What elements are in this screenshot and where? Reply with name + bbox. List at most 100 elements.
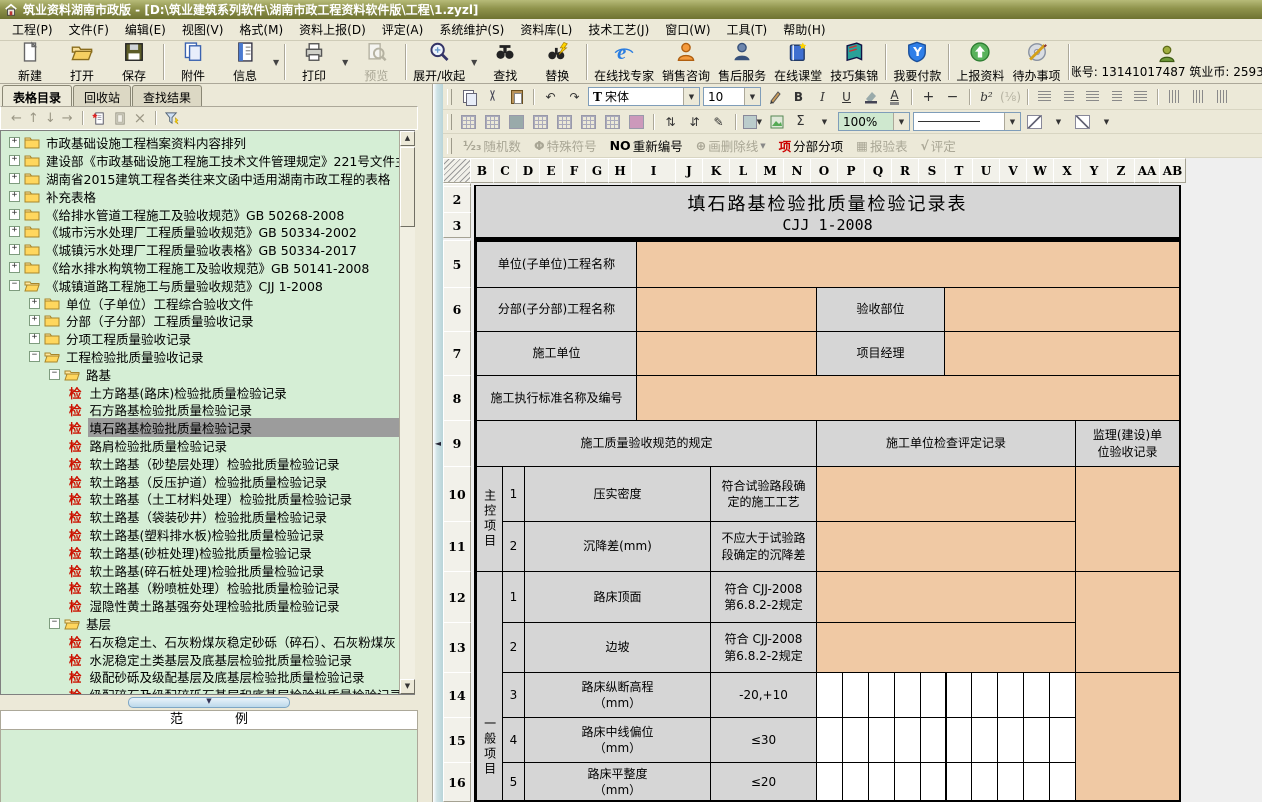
cell-measure-r16-4[interactable] [894, 762, 921, 802]
nav-right-icon[interactable]: → [62, 111, 73, 126]
tree-item[interactable]: 检级配碎石及级配碎砾石基层和底基层检验批质量检验记录 [1, 686, 415, 695]
tree-item-label[interactable]: 水泥稳定土类基层及底基层检验批质量检验记录 [88, 650, 355, 669]
expander-icon[interactable]: + [9, 173, 20, 184]
tree-item-label[interactable]: 补充表格 [44, 187, 98, 206]
column-header-B[interactable]: B [470, 158, 494, 183]
cell-construction-unit-label[interactable]: 施工单位 [476, 331, 637, 376]
cell-check-r11[interactable] [816, 521, 1076, 572]
tree-item-label[interactable]: 湿隐性黄土路基强夯处理检验批质量检验记录 [88, 596, 342, 615]
expander-icon[interactable]: + [9, 191, 20, 202]
column-header-P[interactable]: P [837, 158, 865, 183]
cell-measure-r14-9[interactable] [1023, 672, 1050, 718]
cell-standard-name-value[interactable] [636, 375, 1180, 421]
info-button[interactable]: 信息 [219, 41, 271, 83]
row-header-2[interactable]: 2 [443, 186, 471, 213]
tree-item-label[interactable]: 基层 [84, 614, 113, 633]
open-button[interactable]: 打开 [56, 41, 108, 83]
tree-item-label[interactable]: 《给排水管道工程施工及验收规范》GB 50268-2008 [44, 205, 346, 224]
bold-button[interactable]: B [788, 87, 809, 107]
tree-item[interactable]: 检水泥稳定土类基层及底基层检验批质量检验记录 [1, 650, 415, 668]
tree-item-label[interactable]: 路基 [84, 365, 113, 384]
expander-icon[interactable]: − [9, 280, 20, 291]
row-header-5[interactable]: 5 [443, 240, 471, 288]
tree-item-label[interactable]: 《给水排水构筑物工程施工及验收规范》GB 50141-2008 [44, 258, 371, 277]
info-dropdown-icon[interactable]: ▼ [271, 41, 281, 83]
tree-item[interactable]: 检路肩检验批质量检验记录 [1, 437, 415, 455]
italic-button[interactable]: I [812, 87, 833, 107]
tree-item-label[interactable]: 软土路基（土工材料处理）检验批质量检验记录 [88, 489, 355, 508]
column-header-M[interactable]: M [756, 158, 784, 183]
tree-item[interactable]: 检石方路基检验批质量检验记录 [1, 401, 415, 419]
dropdown-icon[interactable]: ▼ [760, 142, 765, 150]
save-button[interactable]: 保存 [108, 41, 160, 83]
tree-item[interactable]: +单位（子单位）工程综合验收文件 [1, 294, 415, 312]
expand-dropdown-icon[interactable]: ▼ [469, 41, 479, 83]
row-header-6[interactable]: 6 [443, 287, 471, 332]
font-size-select[interactable]: 10▼ [703, 87, 761, 106]
diagonal-line2-button[interactable] [1072, 112, 1093, 132]
tree-item-label[interactable]: 《城镇道路工程施工与质量验收规范》CJJ 1-2008 [44, 276, 325, 295]
expander-icon[interactable]: − [49, 618, 60, 629]
cell-measure-r15-5[interactable] [920, 717, 947, 763]
tree-item[interactable]: +《城镇污水处理厂工程质量验收表格》GB 50334-2017 [1, 241, 415, 259]
cell-measure-r14-8[interactable] [997, 672, 1024, 718]
header-contractor-check[interactable]: 施工单位检查评定记录 [816, 420, 1076, 467]
cell-item-criteria-7[interactable]: ≤20 [710, 762, 817, 802]
menu-item-13[interactable]: 帮助(H) [775, 19, 833, 40]
tree-item[interactable]: +《城市污水处理厂工程质量验收规范》GB 50334-2002 [1, 223, 415, 241]
header-supervision-record[interactable]: 监理(建设)单 位验收记录 [1075, 420, 1180, 467]
add-node-icon[interactable] [92, 111, 107, 126]
cell-item-criteria-4[interactable]: 符合 CJJ-2008 第6.8.2-2规定 [710, 622, 817, 673]
table-style-button[interactable] [602, 112, 623, 132]
expander-icon[interactable]: + [9, 262, 20, 273]
tree-item-label[interactable]: 软土路基（袋装砂井）检验批质量检验记录 [88, 507, 330, 526]
column-header-Z[interactable]: Z [1107, 158, 1135, 183]
cell-item-name-6[interactable]: 路床中线偏位 （mm） [524, 717, 711, 763]
tree-item[interactable]: 检湿隐性黄土路基强夯处理检验批质量检验记录 [1, 597, 415, 615]
valign-bottom-button[interactable] [1212, 87, 1233, 107]
find-button[interactable]: 查找 [479, 41, 531, 83]
tree-item-label[interactable]: 软土路基(砂桩处理)检验批质量检验记录 [88, 543, 314, 562]
cell-item-name-1[interactable]: 压实密度 [524, 466, 711, 522]
menu-item-2[interactable]: 文件(F) [61, 19, 117, 40]
menu-item-8[interactable]: 系统维护(S) [431, 19, 512, 40]
toolbar-grip[interactable] [447, 89, 452, 105]
cell-item-criteria-3[interactable]: 符合 CJJ-2008 第6.8.2-2规定 [710, 571, 817, 623]
cell-measure-r14-2[interactable] [842, 672, 869, 718]
replace-button[interactable]: 替换 [531, 41, 583, 83]
insert-column-button[interactable] [554, 112, 575, 132]
menu-item-9[interactable]: 资料库(L) [512, 19, 580, 40]
cell-item-criteria-6[interactable]: ≤30 [710, 717, 817, 763]
column-header-Y[interactable]: Y [1080, 158, 1108, 183]
cell-measure-r16-7[interactable] [971, 762, 998, 802]
insert-image-icon[interactable] [766, 112, 787, 132]
cell-supervision-r14-16[interactable] [1075, 672, 1180, 802]
column-header-C[interactable]: C [493, 158, 517, 183]
cell-construction-unit-value[interactable] [636, 331, 817, 376]
tree-item[interactable]: 检填石路基检验批质量检验记录 [1, 419, 415, 437]
decrease-button[interactable]: − [942, 87, 963, 107]
cell-measure-r15-2[interactable] [842, 717, 869, 763]
cell-item-no-1[interactable]: 1 [502, 466, 525, 522]
column-header-T[interactable]: T [945, 158, 973, 183]
cell-measure-r14-5[interactable] [920, 672, 947, 718]
upload-button[interactable]: 上报资料 [952, 41, 1008, 83]
tree-item[interactable]: 检软土路基(碎石桩处理)检验批质量检验记录 [1, 561, 415, 579]
tree-item-label[interactable]: 路肩检验批质量检验记录 [88, 436, 230, 455]
tree-item[interactable]: 检软土路基（反压护道）检验批质量检验记录 [1, 472, 415, 490]
row-header-10[interactable]: 10 [443, 466, 471, 522]
lock-cell-icon[interactable] [626, 112, 647, 132]
expander-icon[interactable]: + [9, 226, 20, 237]
delete-column-button[interactable] [578, 112, 599, 132]
cell-item-no-6[interactable]: 4 [502, 717, 525, 763]
diagonal-line-button[interactable] [1024, 112, 1045, 132]
cell-supervision-r12-13[interactable] [1075, 571, 1180, 673]
tree-item[interactable]: −工程检验批质量验收记录 [1, 348, 415, 366]
expander-icon[interactable]: + [9, 137, 20, 148]
tree-item-label[interactable]: 软土路基(碎石桩处理)检验批质量检验记录 [88, 561, 327, 580]
fill-color-icon[interactable] [860, 87, 881, 107]
tree-item[interactable]: 检土方路基(路床)检验批质量检验记录 [1, 383, 415, 401]
splitter-collapse-left-icon[interactable]: ◄ [435, 439, 441, 448]
column-header-V[interactable]: V [999, 158, 1027, 183]
tree-item[interactable]: + 《给水排水构筑物工程施工及验收规范》GB 50141-2008 [1, 259, 415, 277]
